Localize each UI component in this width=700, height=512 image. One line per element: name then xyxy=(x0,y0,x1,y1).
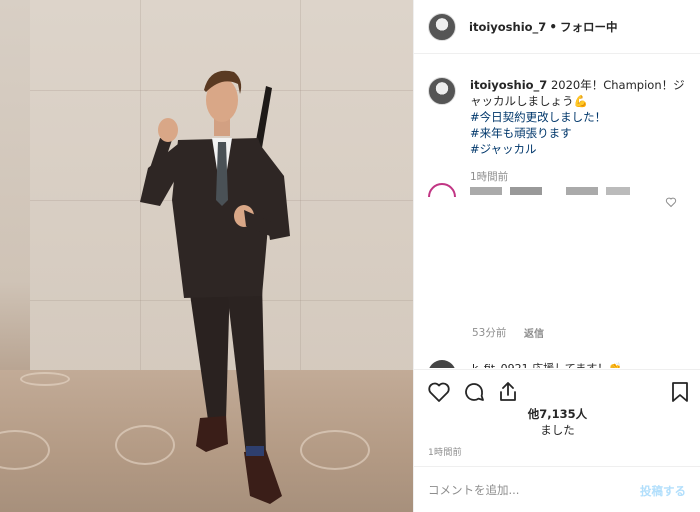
post-photo[interactable] xyxy=(0,0,413,512)
header-separator: • xyxy=(549,19,557,34)
avatar[interactable] xyxy=(428,360,456,368)
comment-bar: 投稿する xyxy=(414,466,700,512)
post-timestamp[interactable]: 1時間前 xyxy=(428,445,462,458)
comment-text: k_fit_0921 応援してます！👏 xyxy=(472,360,622,368)
list-item xyxy=(428,183,688,197)
caption: itoiyoshio_7 2020年！Champion！ジャッカルしましょう💪 … xyxy=(428,77,690,185)
comments-section[interactable]: itoiyoshio_7 2020年！Champion！ジャッカルしましょう💪 … xyxy=(414,55,700,368)
hashtag-link[interactable]: #今日契約更改しました！ xyxy=(470,109,690,125)
clipped-comment-text xyxy=(470,187,630,195)
caption-username[interactable]: itoiyoshio_7 xyxy=(470,78,547,92)
man-in-suit-with-bat xyxy=(140,70,290,504)
header-username[interactable]: itoiyoshio_7 xyxy=(469,20,546,34)
hashtag-link[interactable]: #来年も頑張ります xyxy=(470,125,690,141)
post-sidebar: itoiyoshio_7 • フォロー中 itoiyoshio_7 2020年！… xyxy=(413,0,700,512)
hashtag-link[interactable]: #ジャッカル xyxy=(470,141,690,157)
heart-icon[interactable] xyxy=(427,380,451,404)
follow-status-button[interactable]: フォロー中 xyxy=(560,19,618,35)
caption-body: itoiyoshio_7 2020年！Champion！ジャッカルしましょう💪 … xyxy=(470,77,690,185)
comment-input[interactable] xyxy=(428,479,628,501)
list-item: k_fit_0921 応援してます！👏 xyxy=(428,360,688,368)
likes-count[interactable]: 他7,135人 xyxy=(414,407,700,422)
likes-suffix: ました xyxy=(540,423,575,437)
bookmark-icon[interactable] xyxy=(668,380,692,404)
flexed-biceps-emoji: 💪 xyxy=(573,94,588,108)
action-bar xyxy=(414,369,700,409)
avatar[interactable] xyxy=(428,183,456,197)
avatar[interactable] xyxy=(428,12,456,41)
comment-time[interactable]: 53分前 xyxy=(472,325,506,340)
post-header: itoiyoshio_7 • フォロー中 xyxy=(414,0,700,54)
avatar[interactable] xyxy=(428,77,456,105)
comment-icon[interactable] xyxy=(462,380,486,404)
heart-icon[interactable] xyxy=(665,196,677,208)
reply-button[interactable]: 返信 xyxy=(524,325,544,340)
share-icon[interactable] xyxy=(496,380,520,404)
post-comment-button[interactable]: 投稿する xyxy=(640,483,686,499)
